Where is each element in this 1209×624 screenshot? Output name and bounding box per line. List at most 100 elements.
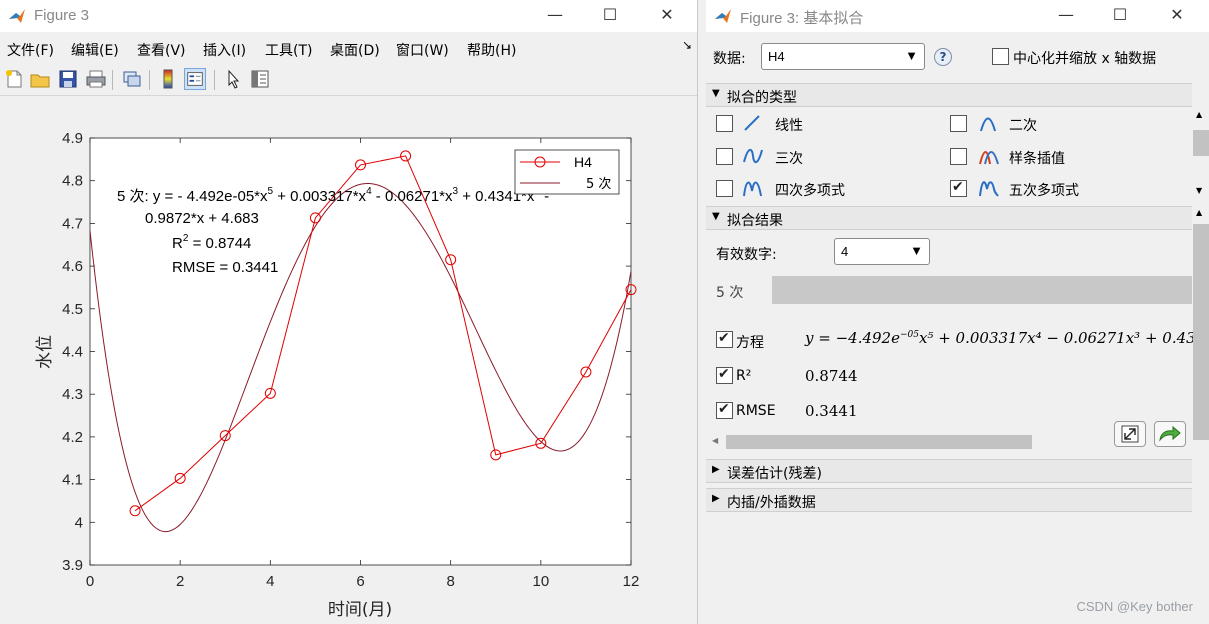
quadratic-fit-icon <box>980 117 996 132</box>
sig-digits-value: 4 <box>841 244 849 259</box>
fit-linear-checkbox[interactable] <box>716 115 733 132</box>
maximize-button[interactable]: ☐ <box>1105 4 1135 28</box>
fit-results-header-label: 拟合结果 <box>727 213 783 229</box>
menu-edit[interactable]: 编辑(E) <box>71 40 119 60</box>
menu-file[interactable]: 文件(F) <box>7 40 54 60</box>
error-estimate-label: 误差估计(残差) <box>727 466 822 482</box>
scroll-left-icon[interactable]: ◀ <box>712 436 718 445</box>
scroll-thumb[interactable] <box>726 435 1032 449</box>
print-icon[interactable] <box>85 68 107 90</box>
interpolate-label: 内插/外插数据 <box>727 495 816 511</box>
x-tick-label: 0 <box>86 573 94 590</box>
figure-titlebar: Figure 3 — ☐ ✕ <box>0 0 697 32</box>
fit-cubic-checkbox[interactable] <box>716 148 733 165</box>
rmse-label: RMSE <box>736 403 776 419</box>
close-button[interactable]: ✕ <box>1162 4 1192 28</box>
chevron-down-icon: ▼ <box>910 243 923 258</box>
fit-types-scrollbar[interactable]: ▲ ▼ <box>1193 108 1209 200</box>
toolbar-separator <box>112 70 113 90</box>
equation-exp: −05 <box>899 330 919 340</box>
cubic-fit-icon <box>743 148 763 164</box>
sig-digits-select[interactable]: 4 ▼ <box>834 238 930 265</box>
fit-quadratic-checkbox[interactable] <box>950 115 967 132</box>
scroll-thumb[interactable] <box>1193 224 1209 440</box>
scroll-down-icon[interactable]: ▼ <box>1196 186 1202 195</box>
center-scale-checkbox[interactable] <box>992 48 1009 65</box>
equation-part: y = −4.492e <box>805 329 900 347</box>
y-tick-label: 4.9 <box>62 130 83 147</box>
r2-label: R² <box>736 368 752 384</box>
fit-window-title: Figure 3: 基本拟合 <box>740 10 864 27</box>
x-tick-label: 6 <box>356 573 364 590</box>
fit-types-header[interactable]: ▼ 拟合的类型 <box>706 83 1192 107</box>
data-label: 数据: <box>713 51 746 67</box>
scroll-up-icon[interactable]: ▲ <box>1196 110 1202 119</box>
legend-label-fit: 5 次 <box>586 176 611 192</box>
interpolate-header[interactable]: ▶ 内插/外插数据 <box>706 488 1192 512</box>
expand-icon <box>1121 425 1139 443</box>
open-file-icon[interactable] <box>29 68 51 90</box>
y-tick-label: 4.4 <box>62 344 83 361</box>
expand-results-button[interactable] <box>1114 421 1146 447</box>
fit-results-header[interactable]: ▼ 拟合结果 <box>706 206 1192 230</box>
data-select-value: H4 <box>768 49 785 64</box>
error-estimate-header[interactable]: ▶ 误差估计(残差) <box>706 459 1192 483</box>
show-r2-checkbox[interactable] <box>716 366 733 384</box>
equation-label: 方程 <box>736 335 764 351</box>
toolbar-separator <box>149 70 150 90</box>
minimize-button[interactable]: — <box>1051 4 1081 28</box>
watermark: CSDN @Key bother <box>1076 599 1193 614</box>
fit-titlebar: Figure 3: 基本拟合 — ☐ ✕ <box>706 0 1209 32</box>
colorbar-icon[interactable] <box>157 68 179 90</box>
fit-quadratic-label: 二次 <box>1009 118 1037 134</box>
menu-view[interactable]: 查看(V) <box>137 40 186 60</box>
dock-arrow-icon[interactable]: ↘ <box>682 38 692 52</box>
scroll-up-icon[interactable]: ▲ <box>1196 208 1202 217</box>
menu-insert[interactable]: 插入(I) <box>203 40 246 60</box>
equation-part: x⁵ + 0.003317x⁴ − 0.06271x³ + 0.434 <box>918 329 1206 347</box>
quartic-fit-icon <box>743 181 762 197</box>
pointer-arrow-icon[interactable] <box>222 68 244 90</box>
x-tick-label: 12 <box>623 573 640 590</box>
menu-tools[interactable]: 工具(T) <box>265 40 312 60</box>
show-rmse-checkbox[interactable] <box>716 401 733 419</box>
help-icon[interactable]: ? <box>934 48 952 66</box>
y-tick-label: 4.2 <box>62 429 83 446</box>
save-icon[interactable] <box>57 68 79 90</box>
collapsed-triangle-icon: ▶ <box>712 464 720 475</box>
basic-fitting-window: Figure 3: 基本拟合 — ☐ ✕ 数据: H4 ▼ ? 中心化并缩放 x… <box>706 0 1209 624</box>
fit-quartic-label: 四次多项式 <box>775 183 845 199</box>
scroll-thumb[interactable] <box>1193 130 1209 156</box>
property-editor-icon[interactable] <box>249 68 271 90</box>
rmse-value: 0.3441 <box>805 402 858 420</box>
results-scrollbar[interactable]: ▲ <box>1193 206 1209 454</box>
legend[interactable]: H4 5 次 <box>514 149 620 195</box>
collapsed-triangle-icon: ▶ <box>712 493 720 504</box>
menu-help[interactable]: 帮助(H) <box>467 40 516 60</box>
new-figure-icon[interactable] <box>3 68 25 90</box>
result-name: 5 次 <box>716 285 744 301</box>
legend-icon[interactable] <box>184 68 206 90</box>
result-name-bar: 5 次 <box>708 276 1192 304</box>
menu-desktop[interactable]: 桌面(D) <box>330 40 380 60</box>
annotation-line-1: 5 次: y = - 4.492e-05*x5 + 0.003317*x4 - … <box>117 186 549 205</box>
y-tick-label: 4.1 <box>62 472 83 489</box>
fit-spline-checkbox[interactable] <box>950 148 967 165</box>
export-results-button[interactable] <box>1154 421 1186 447</box>
close-button[interactable]: ✕ <box>652 4 682 28</box>
menu-window[interactable]: 窗口(W) <box>396 40 449 60</box>
link-figure-icon[interactable] <box>121 68 143 90</box>
fit-quintic-checkbox[interactable] <box>950 179 967 197</box>
result-tab[interactable]: 5 次 <box>708 276 772 304</box>
results-hscrollbar[interactable]: ◀ <box>710 434 1110 450</box>
data-select[interactable]: H4 ▼ <box>761 43 925 70</box>
export-arrow-icon <box>1159 425 1181 442</box>
show-equation-checkbox[interactable] <box>716 330 733 348</box>
chevron-down-icon: ▼ <box>905 48 918 63</box>
matlab-logo-icon <box>715 9 731 23</box>
quintic-fit-icon <box>979 181 999 197</box>
minimize-button[interactable]: — <box>540 4 570 28</box>
figure-title: Figure 3 <box>34 7 90 24</box>
maximize-button[interactable]: ☐ <box>595 4 625 28</box>
fit-quartic-checkbox[interactable] <box>716 180 733 197</box>
